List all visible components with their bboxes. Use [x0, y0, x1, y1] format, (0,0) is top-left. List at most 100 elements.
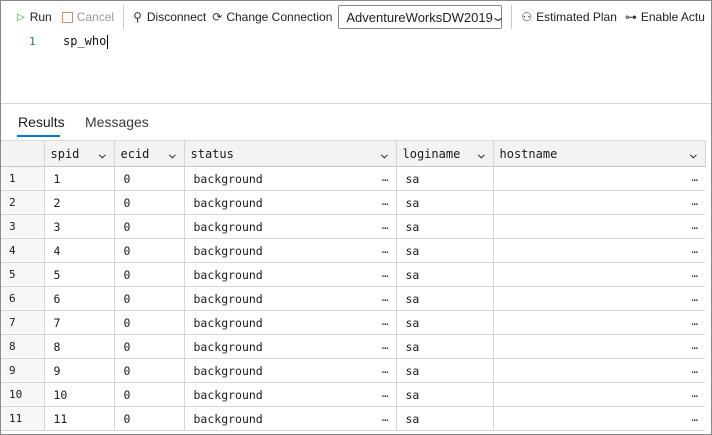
row-number-cell[interactable]: 8 — [1, 334, 45, 359]
chevron-down-icon[interactable]: ⌄ — [167, 147, 177, 160]
hostname-cell[interactable]: … — [493, 214, 705, 239]
code-line[interactable]: sp_who — [63, 33, 109, 49]
hostname-cell[interactable]: … — [493, 166, 705, 191]
table-row[interactable]: 10 10 0 background… sa… — [1, 382, 705, 407]
enable-actual-plan-button[interactable]: ⊶ Enable Actu — [625, 1, 705, 33]
cancel-button[interactable]: Cancel — [61, 1, 114, 33]
chevron-down-icon[interactable]: ⌄ — [379, 147, 389, 160]
loginame-cell[interactable]: sa — [396, 358, 494, 383]
status-cell[interactable]: background… — [184, 334, 397, 359]
row-number-cell[interactable]: 7 — [1, 310, 45, 335]
table-row[interactable]: 5 5 0 background… sa… — [1, 262, 705, 287]
spid-cell[interactable]: 7 — [44, 310, 115, 335]
ecid-cell[interactable]: 0 — [114, 382, 185, 407]
status-cell[interactable]: background… — [184, 214, 397, 239]
chevron-down-icon[interactable]: ⌄ — [97, 147, 107, 160]
column-header-ecid[interactable]: ecid ⌄ — [114, 140, 185, 167]
spid-cell[interactable]: 6 — [44, 286, 115, 311]
status-cell[interactable]: background… — [184, 406, 397, 431]
loginame-cell[interactable]: sa — [396, 166, 494, 191]
spid-cell[interactable]: 11 — [44, 406, 115, 431]
row-number-cell[interactable]: 3 — [1, 214, 45, 239]
table-row[interactable]: 9 9 0 background… sa… — [1, 358, 705, 383]
hostname-cell[interactable]: … — [493, 334, 705, 359]
hostname-cell[interactable]: … — [493, 262, 705, 287]
disconnect-button[interactable]: ⚲ Disconnect — [133, 1, 206, 33]
spid-cell[interactable]: 4 — [44, 238, 115, 263]
ecid-cell[interactable]: 0 — [114, 190, 185, 215]
spid-cell[interactable]: 2 — [44, 190, 115, 215]
status-cell[interactable]: background… — [184, 382, 397, 407]
row-number-cell[interactable]: 5 — [1, 262, 45, 287]
ecid-cell[interactable]: 0 — [114, 166, 185, 191]
database-select[interactable]: AdventureWorksDW2019 ⌄ — [338, 5, 506, 29]
row-number-cell[interactable]: 1 — [1, 166, 45, 191]
status-cell[interactable]: background… — [184, 286, 397, 311]
chevron-down-icon[interactable]: ⌄ — [476, 147, 486, 160]
code-editor[interactable]: 1 sp_who — [1, 33, 711, 104]
hostname-cell[interactable]: … — [493, 190, 705, 215]
status-cell[interactable]: background… — [184, 358, 397, 383]
ecid-cell[interactable]: 0 — [114, 286, 185, 311]
status-cell[interactable]: background… — [184, 238, 397, 263]
table-row[interactable]: 3 3 0 background… sa… — [1, 214, 705, 239]
ecid-cell[interactable]: 0 — [114, 262, 185, 287]
column-header-loginame[interactable]: loginame ⌄ — [396, 140, 494, 167]
hostname-cell[interactable]: … — [493, 358, 705, 383]
table-row[interactable]: 8 8 0 background… sa… — [1, 334, 705, 359]
ecid-cell[interactable]: 0 — [114, 310, 185, 335]
status-cell[interactable]: background… — [184, 262, 397, 287]
row-number-cell[interactable]: 10 — [1, 382, 45, 407]
column-header-status[interactable]: status ⌄ — [184, 140, 397, 167]
spid-cell[interactable]: 1 — [44, 166, 115, 191]
table-row[interactable]: 4 4 0 background… sa… — [1, 238, 705, 263]
hostname-cell[interactable]: … — [493, 286, 705, 311]
hostname-cell[interactable]: … — [493, 238, 705, 263]
estimated-plan-button[interactable]: ⚇ Estimated Plan — [521, 1, 616, 33]
column-header-hostname[interactable]: hostname ⌄ — [493, 140, 706, 167]
row-number-cell[interactable]: 4 — [1, 238, 45, 263]
loginame-cell[interactable]: sa — [396, 334, 494, 359]
loginame-cell[interactable]: sa — [396, 310, 494, 335]
ecid-cell[interactable]: 0 — [114, 358, 185, 383]
spid-cell[interactable]: 3 — [44, 214, 115, 239]
cell-value: 2 — [53, 195, 61, 210]
spid-cell[interactable]: 9 — [44, 358, 115, 383]
spid-cell[interactable]: 5 — [44, 262, 115, 287]
table-row[interactable]: 11 11 0 background… sa… — [1, 406, 705, 431]
tab-results[interactable]: Results — [18, 114, 65, 130]
ecid-cell[interactable]: 0 — [114, 334, 185, 359]
results-grid[interactable]: spid ⌄ ecid ⌄ status ⌄ loginame ⌄ hostname ⌄ … — [1, 140, 711, 434]
loginame-cell[interactable]: sa — [396, 286, 494, 311]
hostname-cell[interactable]: … — [493, 406, 705, 431]
loginame-cell[interactable]: sa — [396, 190, 494, 215]
row-number-cell[interactable]: 6 — [1, 286, 45, 311]
ecid-cell[interactable]: 0 — [114, 214, 185, 239]
table-row[interactable]: 1 1 0 background… sa… — [1, 166, 705, 191]
hostname-cell[interactable]: … — [493, 382, 705, 407]
table-row[interactable]: 7 7 0 background… sa… — [1, 310, 705, 335]
chevron-down-icon[interactable]: ⌄ — [688, 147, 698, 160]
ecid-cell[interactable]: 0 — [114, 406, 185, 431]
status-cell[interactable]: background… — [184, 190, 397, 215]
loginame-cell[interactable]: sa — [396, 382, 494, 407]
column-header-spid[interactable]: spid ⌄ — [44, 140, 115, 167]
tab-messages[interactable]: Messages — [85, 114, 149, 130]
change-connection-button[interactable]: ⟳ Change Connection — [206, 1, 332, 33]
row-number-cell[interactable]: 11 — [1, 406, 45, 431]
loginame-cell[interactable]: sa — [396, 406, 494, 431]
status-cell[interactable]: background… — [184, 310, 397, 335]
row-number-cell[interactable]: 9 — [1, 358, 45, 383]
status-cell[interactable]: background… — [184, 166, 397, 191]
run-button[interactable]: ▷ Run — [17, 1, 52, 33]
ecid-cell[interactable]: 0 — [114, 238, 185, 263]
table-row[interactable]: 2 2 0 background… sa… — [1, 190, 705, 215]
loginame-cell[interactable]: sa — [396, 238, 494, 263]
row-number-cell[interactable]: 2 — [1, 190, 45, 215]
spid-cell[interactable]: 10 — [44, 382, 115, 407]
hostname-cell[interactable]: … — [493, 310, 705, 335]
loginame-cell[interactable]: sa — [396, 214, 494, 239]
table-row[interactable]: 6 6 0 background… sa… — [1, 286, 705, 311]
loginame-cell[interactable]: sa — [396, 262, 494, 287]
spid-cell[interactable]: 8 — [44, 334, 115, 359]
